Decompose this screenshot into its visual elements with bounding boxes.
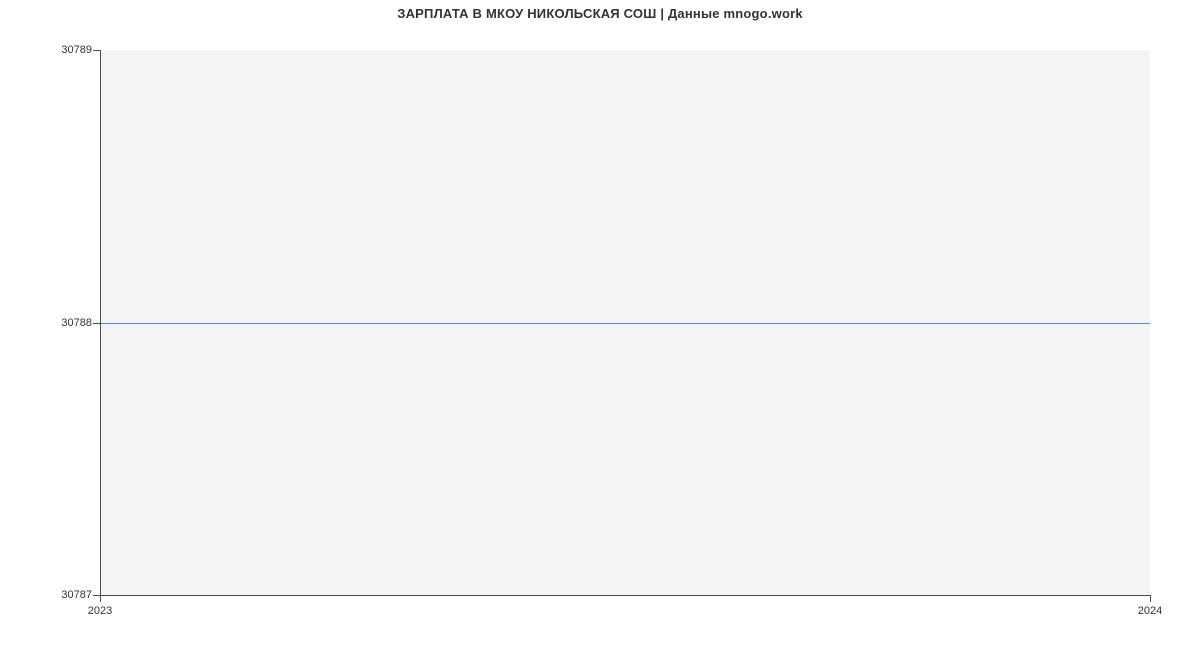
y-tick-label: 30789 bbox=[12, 44, 92, 56]
y-tick bbox=[93, 323, 100, 324]
y-tick bbox=[93, 595, 100, 596]
data-line bbox=[100, 323, 1150, 324]
x-tick bbox=[100, 595, 101, 602]
x-axis bbox=[100, 595, 1150, 596]
y-tick-label: 30788 bbox=[12, 317, 92, 329]
x-tick-label: 2023 bbox=[88, 605, 112, 617]
y-tick-label: 30787 bbox=[12, 589, 92, 601]
y-axis bbox=[100, 50, 101, 595]
chart-container: ЗАРПЛАТА В МКОУ НИКОЛЬСКАЯ СОШ | Данные … bbox=[0, 0, 1200, 650]
chart-title: ЗАРПЛАТА В МКОУ НИКОЛЬСКАЯ СОШ | Данные … bbox=[0, 6, 1200, 21]
x-tick-label: 2024 bbox=[1138, 605, 1162, 617]
x-tick bbox=[1150, 595, 1151, 602]
y-tick bbox=[93, 50, 100, 51]
